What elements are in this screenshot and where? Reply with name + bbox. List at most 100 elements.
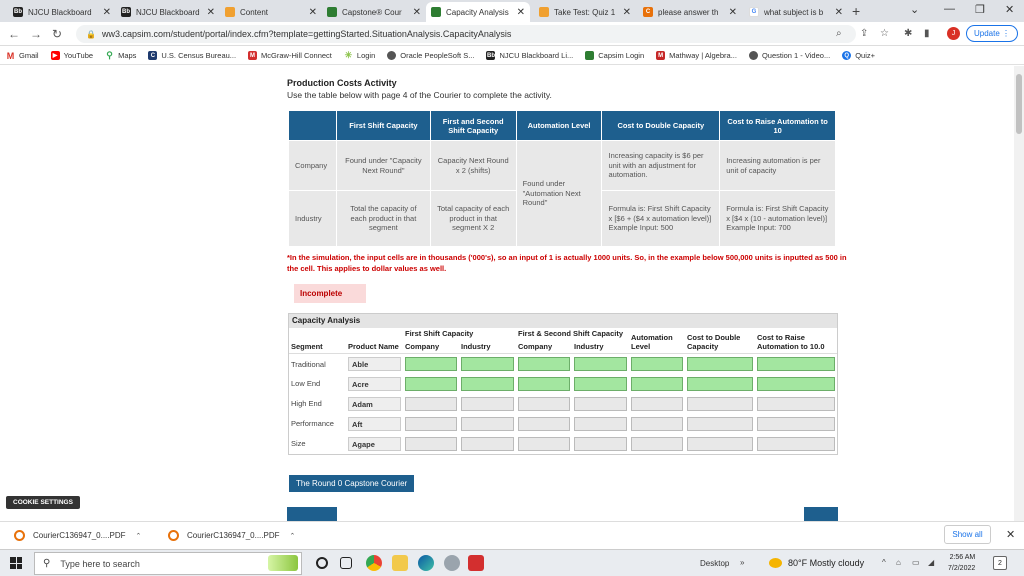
share-icon[interactable]: ⇪ <box>860 28 868 39</box>
tab-njcu-blackboard-1[interactable]: Bb NJCU Blackboard ✕ <box>8 2 116 22</box>
restore-icon[interactable]: ❐ <box>975 3 985 16</box>
tab-take-test[interactable]: Take Test: Quiz 1 ✕ <box>534 2 636 22</box>
cookie-settings-button[interactable]: COOKIE SETTINGS <box>6 496 80 509</box>
network-icon[interactable]: ⌂ <box>896 558 901 567</box>
show-all-button[interactable]: Show all <box>944 525 991 544</box>
minimize-icon[interactable]: — <box>944 3 955 15</box>
first-second-industry-input[interactable] <box>574 436 627 451</box>
battery-icon[interactable]: ▭ <box>912 558 920 567</box>
cost-raise-input[interactable] <box>757 396 835 411</box>
task-view-icon[interactable] <box>340 557 352 569</box>
close-tab-icon[interactable]: ✕ <box>729 7 737 18</box>
side-panel-icon[interactable]: ▮ <box>924 28 930 39</box>
app-icon[interactable] <box>444 555 460 571</box>
cost-double-input[interactable] <box>687 396 753 411</box>
address-bar[interactable]: 🔒 ww3.capsim.com/student/portal/index.cf… <box>76 25 856 43</box>
tab-capstone-course[interactable]: Capstone® Cour ✕ <box>322 2 426 22</box>
first-second-industry-input[interactable] <box>574 396 627 411</box>
close-tab-icon[interactable]: ✕ <box>517 7 525 18</box>
first-shift-industry-input[interactable] <box>461 436 514 451</box>
cost-raise-input[interactable] <box>757 416 835 431</box>
bookmark-njcu-blackboard[interactable]: Bb NJCU Blackboard Li... <box>486 51 573 60</box>
desktop-label[interactable]: Desktop <box>700 559 729 568</box>
update-button[interactable]: Update ⋮ <box>966 25 1018 42</box>
cortana-icon[interactable] <box>316 557 328 569</box>
bookmark-star-icon[interactable]: ☆ <box>880 28 889 39</box>
back-icon[interactable]: ← <box>8 27 20 41</box>
first-second-company-input[interactable] <box>518 416 570 431</box>
chevron-up-icon[interactable]: ⌃ <box>290 532 296 540</box>
page-scrollbar[interactable] <box>1014 66 1024 521</box>
automation-input[interactable] <box>631 396 683 411</box>
scrollbar-thumb[interactable] <box>1016 74 1022 134</box>
close-tab-icon[interactable]: ✕ <box>309 7 317 18</box>
previous-button[interactable] <box>287 507 337 521</box>
close-tab-icon[interactable]: ✕ <box>835 7 843 18</box>
bookmark-gmail[interactable]: M Gmail <box>6 51 39 61</box>
first-second-company-input[interactable] <box>518 396 570 411</box>
first-shift-industry-input[interactable] <box>461 416 514 431</box>
download-item[interactable]: CourierC136947_0....PDF ⌃ <box>14 530 141 541</box>
first-shift-industry-input[interactable] <box>461 376 514 391</box>
reload-icon[interactable]: ↻ <box>52 27 62 41</box>
first-shift-company-input[interactable] <box>405 396 457 411</box>
wifi-icon[interactable]: ◢ <box>928 558 934 567</box>
zoom-icon[interactable]: ⌕ <box>836 28 842 39</box>
bookmark-mathway[interactable]: M Mathway | Algebra... <box>656 51 737 60</box>
bookmark-youtube[interactable]: ▶ YouTube <box>50 51 93 60</box>
automation-input[interactable] <box>631 416 683 431</box>
clock[interactable]: 2:56 AM 7/2/2022 <box>948 553 975 574</box>
download-item[interactable]: CourierC136947_0....PDF ⌃ <box>168 530 295 541</box>
profile-avatar[interactable]: J <box>947 27 960 40</box>
first-second-company-input[interactable] <box>518 357 570 371</box>
weather-widget[interactable]: 80°F Mostly cloudy <box>769 558 864 568</box>
bookmark-census[interactable]: C U.S. Census Bureau... <box>148 51 236 60</box>
toolbar-expand-icon[interactable]: » <box>740 558 744 567</box>
close-downloads-icon[interactable]: ✕ <box>1006 528 1015 541</box>
forward-icon[interactable]: → <box>30 27 42 41</box>
tab-njcu-blackboard-2[interactable]: Bb NJCU Blackboard ✕ <box>116 2 220 22</box>
close-window-icon[interactable]: ✕ <box>1005 3 1014 16</box>
automation-input[interactable] <box>631 357 683 371</box>
close-tab-icon[interactable]: ✕ <box>103 7 111 18</box>
chevron-up-icon[interactable]: ⌃ <box>136 532 142 540</box>
first-shift-company-input[interactable] <box>405 436 457 451</box>
tab-search-icon[interactable]: ⌄ <box>910 3 919 16</box>
first-second-company-input[interactable] <box>518 376 570 391</box>
first-shift-company-input[interactable] <box>405 416 457 431</box>
next-button[interactable] <box>804 507 838 521</box>
first-second-industry-input[interactable] <box>574 376 627 391</box>
first-second-industry-input[interactable] <box>574 357 627 371</box>
first-shift-industry-input[interactable] <box>461 396 514 411</box>
notification-icon[interactable]: 2 <box>993 556 1007 570</box>
close-tab-icon[interactable]: ✕ <box>623 7 631 18</box>
tab-what-subject[interactable]: G what subject is b ✕ <box>744 2 848 22</box>
automation-input[interactable] <box>631 376 683 391</box>
cost-double-input[interactable] <box>687 376 753 391</box>
taskbar-search-input[interactable]: ⚲ Type here to search <box>34 552 302 575</box>
tray-chevron-icon[interactable]: ^ <box>882 558 886 567</box>
windows-start-icon[interactable] <box>10 557 22 569</box>
close-tab-icon[interactable]: ✕ <box>207 7 215 18</box>
tab-capacity-analysis[interactable]: Capacity Analysis ✕ <box>426 2 530 22</box>
bookmark-login[interactable]: ✳ Login <box>344 50 376 60</box>
cost-double-input[interactable] <box>687 357 753 371</box>
extensions-icon[interactable]: ✱ <box>904 28 912 39</box>
cost-raise-input[interactable] <box>757 376 835 391</box>
cost-raise-input[interactable] <box>757 357 835 371</box>
first-shift-company-input[interactable] <box>405 376 457 391</box>
first-shift-company-input[interactable] <box>405 357 457 371</box>
cost-double-input[interactable] <box>687 416 753 431</box>
first-second-industry-input[interactable] <box>574 416 627 431</box>
close-tab-icon[interactable]: ✕ <box>413 7 421 18</box>
acrobat-icon[interactable] <box>468 555 484 571</box>
bookmark-capsim-login[interactable]: Capsim Login <box>585 51 644 60</box>
automation-input[interactable] <box>631 436 683 451</box>
tab-content[interactable]: Content ✕ <box>220 2 322 22</box>
first-shift-industry-input[interactable] <box>461 357 514 371</box>
first-second-company-input[interactable] <box>518 436 570 451</box>
tab-please-answer[interactable]: C please answer th ✕ <box>638 2 742 22</box>
bookmark-maps[interactable]: ⚲ Maps <box>105 50 136 60</box>
cost-double-input[interactable] <box>687 436 753 451</box>
courier-button[interactable]: The Round 0 Capstone Courier <box>289 475 415 492</box>
